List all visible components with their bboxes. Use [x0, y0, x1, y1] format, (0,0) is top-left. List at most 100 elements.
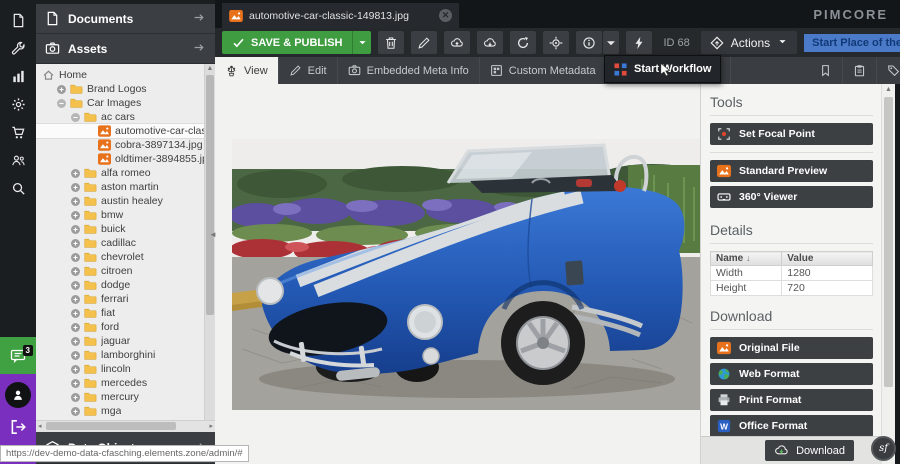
expand-toggle[interactable] — [70, 252, 81, 263]
tree-horizontal-scrollbar[interactable]: ◂ ▸ — [36, 420, 215, 432]
rail-chart-button[interactable] — [0, 62, 36, 90]
tree-item[interactable]: ferrari — [36, 292, 215, 306]
tree-item[interactable]: ac cars — [36, 110, 215, 124]
tab-custom-metadata[interactable]: Custom Metadata — [480, 57, 607, 84]
tab-notes-events[interactable] — [809, 57, 843, 84]
toolbar-pencil-button[interactable] — [411, 31, 437, 54]
expand-toggle[interactable] — [70, 392, 81, 403]
print-format-button[interactable]: Print Format — [710, 389, 873, 411]
tree-item[interactable]: lamborghini — [36, 348, 215, 362]
collapse-toggle[interactable] — [70, 112, 81, 123]
office-format-button[interactable]: WOffice Format — [710, 415, 873, 437]
toolbar-info-button[interactable] — [576, 31, 602, 54]
expand-toggle[interactable] — [70, 224, 81, 235]
tree-item[interactable]: dodge — [36, 278, 215, 292]
toolbar-clouddown-button[interactable] — [477, 31, 503, 54]
tab-schedule[interactable] — [843, 57, 877, 84]
toolbar-caret-button[interactable] — [603, 31, 619, 54]
symfony-profiler-badge[interactable]: sf — [871, 436, 896, 461]
tab-tags[interactable] — [877, 57, 900, 84]
tab-edit[interactable]: Edit — [279, 57, 338, 84]
rail-users-button[interactable] — [0, 146, 36, 174]
tree-item[interactable]: chevrolet — [36, 250, 215, 264]
toolbar-bolt-button[interactable] — [626, 31, 652, 54]
tree-item[interactable]: mercury — [36, 390, 215, 404]
expand-toggle[interactable] — [70, 182, 81, 193]
tab-view[interactable]: View — [215, 57, 279, 84]
accordion-documents[interactable]: Documents — [36, 4, 215, 34]
expand-toggle[interactable] — [70, 196, 81, 207]
tree-item[interactable]: oldtimer-3894855.jpg — [36, 152, 215, 166]
expand-toggle[interactable] — [70, 210, 81, 221]
toolbar-trash-button[interactable] — [378, 31, 404, 54]
expand-toggle[interactable] — [70, 168, 81, 179]
panel-collapse-arrow[interactable]: ◄ — [209, 230, 217, 239]
expand-toggle[interactable] — [70, 378, 81, 389]
tree-item[interactable]: austin healey — [36, 194, 215, 208]
tree-item[interactable]: cobra-3897134.jpg — [36, 138, 215, 152]
toolbar-focal-button[interactable] — [543, 31, 569, 54]
toolbar-refresh-button[interactable] — [510, 31, 536, 54]
set-focal-point-button[interactable]: Set Focal Point — [710, 123, 873, 145]
tree-item[interactable]: automotive-car-classic-14 — [36, 124, 215, 138]
expand-toggle[interactable] — [56, 84, 67, 95]
tree-item[interactable]: buick — [36, 222, 215, 236]
actions-button[interactable]: Actions — [701, 31, 797, 54]
expand-toggle[interactable] — [70, 350, 81, 361]
user-avatar-button[interactable] — [5, 382, 31, 408]
tree-item[interactable]: mercedes — [36, 376, 215, 390]
scroll-up-arrow[interactable]: ▲ — [882, 84, 895, 96]
download-button[interactable]: Download — [765, 440, 854, 461]
viewer-360-button[interactable]: 360° Viewer — [710, 186, 873, 208]
collapse-toggle[interactable] — [56, 98, 67, 109]
rail-wrench-button[interactable] — [0, 34, 36, 62]
web-format-button[interactable]: Web Format — [710, 363, 873, 385]
rail-search-button[interactable] — [0, 174, 36, 202]
scroll-right-arrow[interactable]: ▸ — [209, 422, 213, 430]
scroll-thumb[interactable] — [206, 75, 214, 315]
panel-vertical-scrollbar[interactable]: ▲ — [881, 84, 895, 464]
tree-item[interactable]: mga — [36, 404, 215, 418]
tree-item[interactable]: fiat — [36, 306, 215, 320]
tree-item[interactable]: Brand Logos — [36, 82, 215, 96]
tree-item[interactable]: alfa romeo — [36, 166, 215, 180]
expand-toggle[interactable] — [70, 294, 81, 305]
logout-button[interactable] — [9, 418, 27, 436]
open-asset-tab[interactable]: automotive-car-classic-149813.jpg ✕ — [222, 3, 459, 28]
expand-toggle[interactable] — [70, 238, 81, 249]
expand-toggle[interactable] — [70, 308, 81, 319]
expand-toggle[interactable] — [70, 336, 81, 347]
tree-item[interactable]: Car Images — [36, 96, 215, 110]
scroll-up-arrow[interactable]: ▲ — [205, 64, 215, 74]
save-dropdown-caret[interactable] — [352, 31, 371, 54]
expand-toggle[interactable] — [70, 364, 81, 375]
rail-document-button[interactable] — [0, 6, 36, 34]
tree-item[interactable]: cadillac — [36, 236, 215, 250]
scroll-left-arrow[interactable]: ◂ — [38, 422, 42, 430]
details-col-name[interactable]: Name ↓ — [711, 252, 782, 266]
tree-item[interactable]: lincoln — [36, 362, 215, 376]
tab-embedded-meta-info[interactable]: Embedded Meta Info — [338, 57, 480, 84]
save-publish-button[interactable]: SAVE & PUBLISH — [222, 31, 371, 54]
rail-gear-button[interactable] — [0, 90, 36, 118]
tree-item[interactable]: jaguar — [36, 334, 215, 348]
expand-toggle[interactable] — [70, 266, 81, 277]
tree-item[interactable]: aston martin — [36, 180, 215, 194]
tree-item[interactable]: Home — [36, 68, 215, 82]
tree-item[interactable]: ford — [36, 320, 215, 334]
scroll-thumb[interactable] — [884, 97, 893, 387]
expand-toggle[interactable] — [70, 406, 81, 417]
tree-item[interactable]: bmw — [36, 208, 215, 222]
close-tab-icon[interactable]: ✕ — [439, 9, 452, 22]
standard-preview-button[interactable]: Standard Preview — [710, 160, 873, 182]
accordion-assets[interactable]: Assets — [36, 34, 215, 64]
expand-toggle[interactable] — [70, 322, 81, 333]
details-col-value[interactable]: Value — [782, 252, 873, 266]
expand-toggle[interactable] — [70, 280, 81, 291]
tree-vertical-scrollbar[interactable]: ▲ — [204, 64, 215, 420]
toolbar-cloudup-button[interactable] — [444, 31, 470, 54]
rail-cart-button[interactable] — [0, 118, 36, 146]
chat-button[interactable]: 3 — [0, 337, 36, 374]
tree-item[interactable]: citroen — [36, 264, 215, 278]
original-file-button[interactable]: Original File — [710, 337, 873, 359]
